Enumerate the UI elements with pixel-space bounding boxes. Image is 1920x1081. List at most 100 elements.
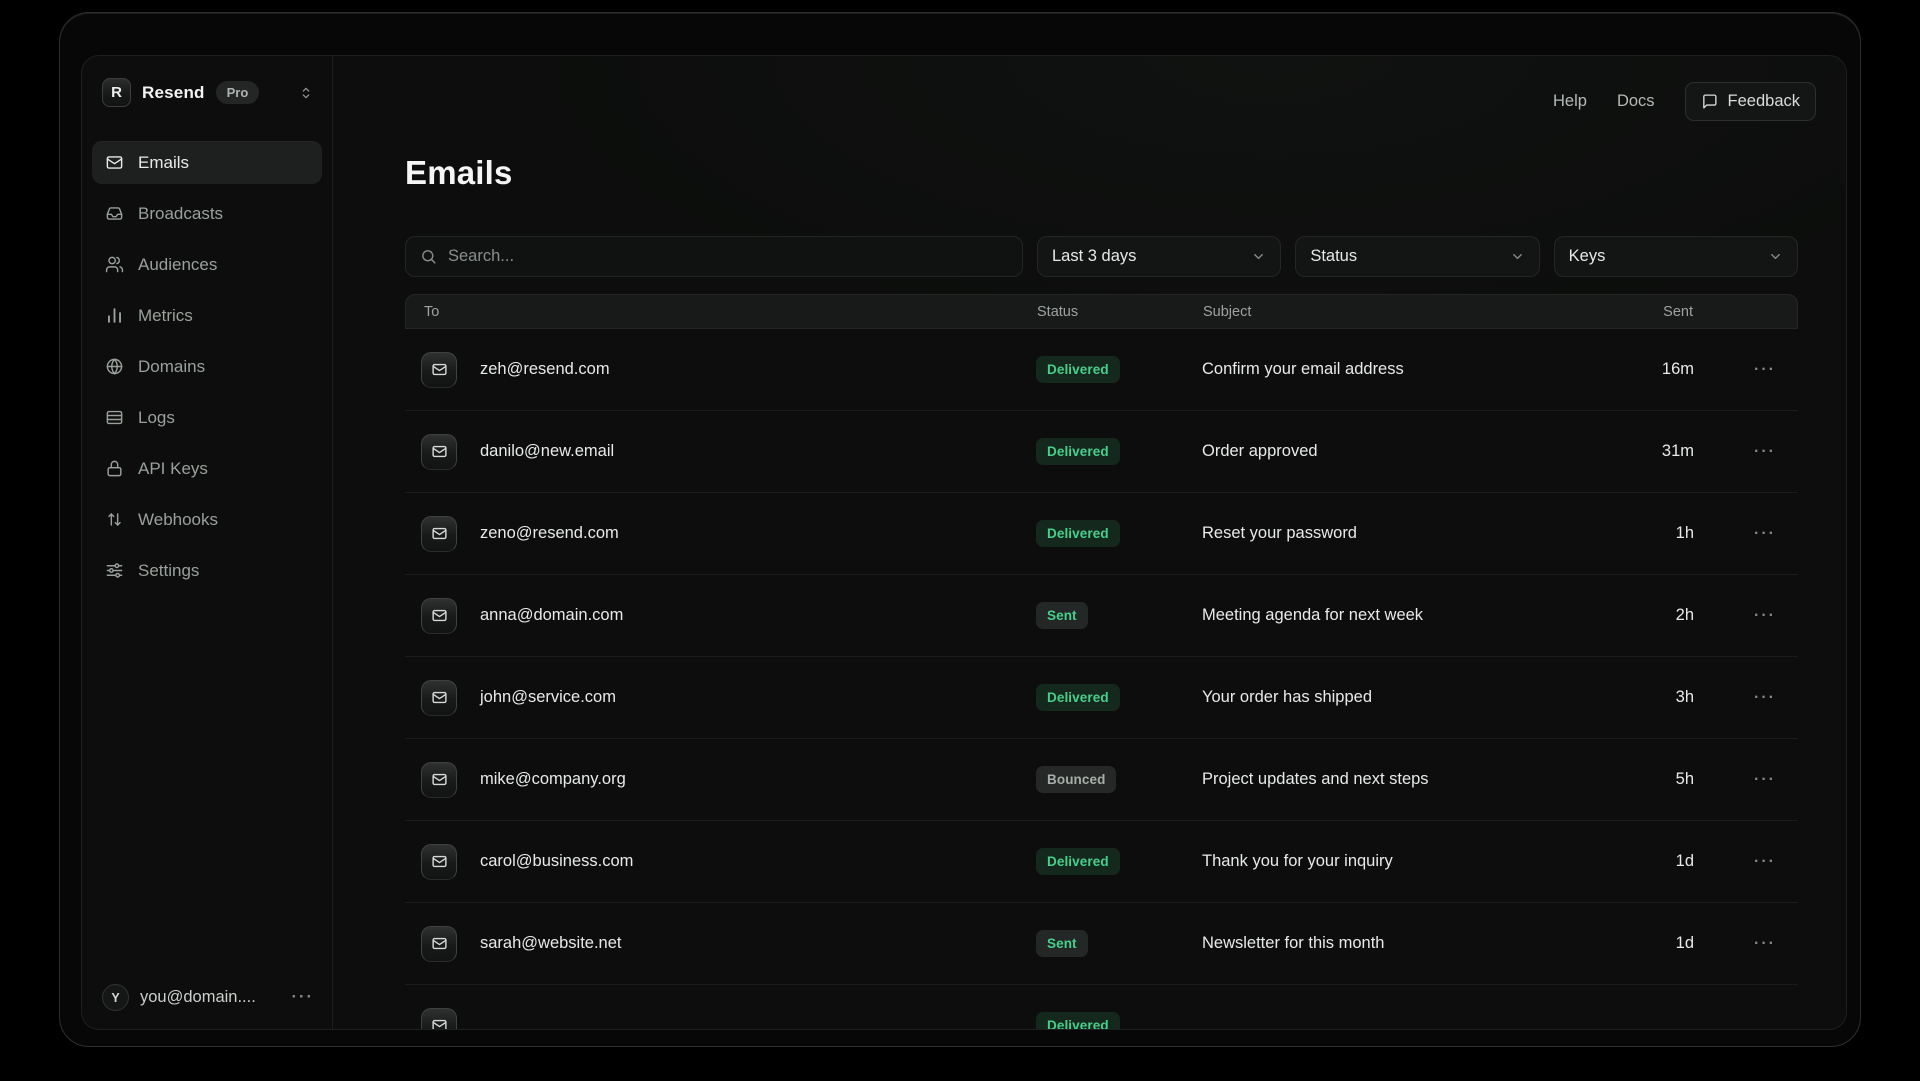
email-subject: Newsletter for this month — [1202, 934, 1584, 953]
plan-badge: Pro — [216, 81, 260, 104]
column-header-to: To — [406, 304, 1037, 320]
feedback-button[interactable]: Feedback — [1685, 82, 1816, 121]
sent-time: 3h — [1584, 688, 1694, 707]
table-row[interactable]: sarah@website.net Sent Newsletter for th… — [405, 903, 1798, 985]
date-range-dropdown[interactable]: Last 3 days — [1037, 236, 1281, 277]
keys-value: Keys — [1569, 247, 1606, 266]
sidebar-item-settings[interactable]: Settings — [92, 549, 322, 592]
app-window: R Resend Pro Emails Bro — [59, 12, 1861, 1047]
envelope-icon — [421, 926, 457, 962]
status-badge: Delivered — [1036, 356, 1120, 383]
sent-time: 2h — [1584, 606, 1694, 625]
feedback-label: Feedback — [1728, 92, 1800, 111]
sidebar-item-broadcasts[interactable]: Broadcasts — [92, 192, 322, 235]
sidebar-item-emails[interactable]: Emails — [92, 141, 322, 184]
row-menu-button[interactable]: ··· — [1754, 771, 1776, 788]
sidebar-nav: Emails Broadcasts Audiences — [92, 141, 322, 592]
envelope-icon — [421, 352, 457, 388]
main-panel: Help Docs Feedback Emails — [333, 56, 1846, 1029]
row-menu-button[interactable]: ··· — [1754, 607, 1776, 624]
sent-time: 1h — [1584, 524, 1694, 543]
row-menu-button[interactable]: ··· — [1754, 853, 1776, 870]
chevron-down-icon — [1768, 249, 1783, 264]
metrics-icon — [105, 306, 124, 325]
search-box[interactable] — [405, 236, 1023, 277]
avatar: Y — [102, 984, 129, 1011]
recipient-email: anna@domain.com — [480, 606, 623, 625]
sidebar-item-metrics[interactable]: Metrics — [92, 294, 322, 337]
row-menu-button[interactable]: ··· — [1754, 689, 1776, 706]
sent-time: 1d — [1584, 934, 1694, 953]
table-row[interactable]: carol@business.com Delivered Thank you f… — [405, 821, 1798, 903]
status-badge: Sent — [1036, 602, 1088, 629]
search-icon — [420, 248, 437, 265]
status-dropdown[interactable]: Status — [1295, 236, 1539, 277]
sidebar-item-label: Broadcasts — [138, 204, 223, 224]
search-input[interactable] — [448, 247, 1008, 266]
status-badge: Delivered — [1036, 848, 1120, 875]
status-badge: Delivered — [1036, 520, 1120, 547]
sidebar-item-label: Emails — [138, 153, 189, 173]
audiences-icon — [105, 255, 124, 274]
emails-table: To Status Subject Sent zeh@resend.com De… — [405, 294, 1798, 1030]
table-header: To Status Subject Sent — [405, 294, 1798, 329]
user-account[interactable]: Y you@domain.... ··· — [92, 978, 322, 1013]
sidebar-item-label: Webhooks — [138, 510, 218, 530]
user-menu-button[interactable]: ··· — [292, 988, 314, 1007]
sidebar-item-logs[interactable]: Logs — [92, 396, 322, 439]
sent-time: 16m — [1584, 360, 1694, 379]
status-badge: Delivered — [1036, 1012, 1120, 1030]
recipient-email: carol@business.com — [480, 852, 633, 871]
app-surface: R Resend Pro Emails Bro — [81, 55, 1847, 1030]
row-menu-button[interactable]: ··· — [1754, 525, 1776, 542]
chevron-down-icon — [1251, 249, 1266, 264]
envelope-icon — [421, 1008, 457, 1031]
api-keys-icon — [105, 459, 124, 478]
sent-time: 31m — [1584, 442, 1694, 461]
date-range-value: Last 3 days — [1052, 247, 1136, 266]
recipient-email: zeno@resend.com — [480, 524, 619, 543]
email-subject: Order approved — [1202, 442, 1584, 461]
sidebar: R Resend Pro Emails Bro — [82, 56, 333, 1029]
brand-name: Resend — [142, 83, 205, 103]
row-menu-button[interactable]: ··· — [1754, 443, 1776, 460]
table-row[interactable]: danilo@new.email Delivered Order approve… — [405, 411, 1798, 493]
row-menu-button[interactable]: ··· — [1754, 361, 1776, 378]
envelope-icon — [421, 762, 457, 798]
logs-icon — [105, 408, 124, 427]
row-menu-button[interactable]: ··· — [1754, 935, 1776, 952]
recipient-email: zeh@resend.com — [480, 360, 610, 379]
user-email: you@domain.... — [140, 988, 256, 1007]
docs-link[interactable]: Docs — [1617, 92, 1655, 111]
recipient-email: john@service.com — [480, 688, 616, 707]
table-row[interactable]: zeh@resend.com Delivered Confirm your em… — [405, 329, 1798, 411]
sidebar-item-label: API Keys — [138, 459, 208, 479]
recipient-email: mike@company.org — [480, 770, 626, 789]
email-subject: Your order has shipped — [1202, 688, 1584, 707]
sidebar-item-audiences[interactable]: Audiences — [92, 243, 322, 286]
table-row[interactable]: anna@domain.com Sent Meeting agenda for … — [405, 575, 1798, 657]
resend-logo: R — [102, 78, 131, 107]
chevron-updown-icon[interactable] — [298, 85, 314, 101]
sidebar-item-webhooks[interactable]: Webhooks — [92, 498, 322, 541]
settings-icon — [105, 561, 124, 580]
table-row[interactable]: mike@company.org Bounced Project updates… — [405, 739, 1798, 821]
emails-icon — [105, 153, 124, 172]
recipient-email: danilo@new.email — [480, 442, 614, 461]
status-badge: Sent — [1036, 930, 1088, 957]
sidebar-item-api-keys[interactable]: API Keys — [92, 447, 322, 490]
keys-dropdown[interactable]: Keys — [1554, 236, 1798, 277]
sidebar-item-label: Settings — [138, 561, 199, 581]
sidebar-item-domains[interactable]: Domains — [92, 345, 322, 388]
topbar: Help Docs Feedback — [1553, 82, 1816, 121]
column-header-subject: Subject — [1203, 304, 1583, 320]
table-row[interactable]: zeno@resend.com Delivered Reset your pas… — [405, 493, 1798, 575]
filter-bar: Last 3 days Status Keys — [405, 236, 1798, 277]
sidebar-item-label: Logs — [138, 408, 175, 428]
table-row[interactable]: Delivered — [405, 985, 1798, 1030]
page-title: Emails — [405, 56, 1798, 192]
help-link[interactable]: Help — [1553, 92, 1587, 111]
workspace-switcher[interactable]: R Resend Pro — [92, 74, 322, 107]
email-subject: Meeting agenda for next week — [1202, 606, 1584, 625]
table-row[interactable]: john@service.com Delivered Your order ha… — [405, 657, 1798, 739]
